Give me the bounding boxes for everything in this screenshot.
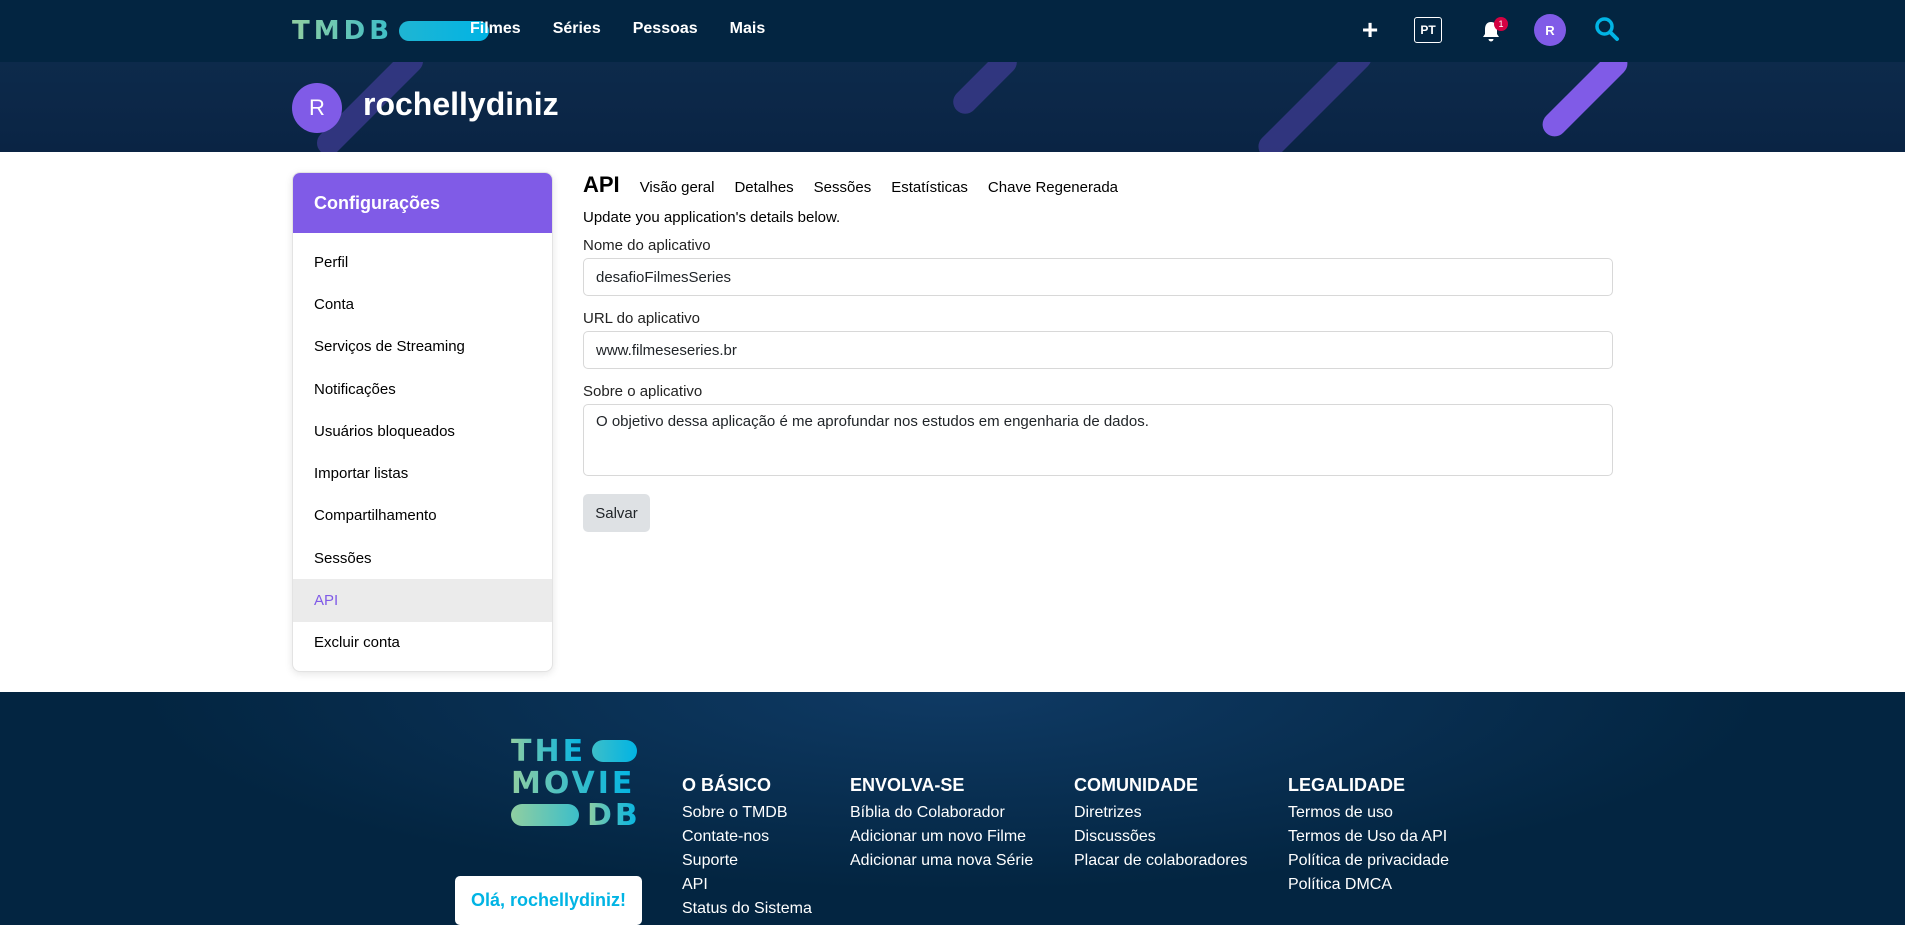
logo-text: TMDB xyxy=(292,16,394,46)
sidebar-item-sessoes[interactable]: Sessões xyxy=(293,537,552,579)
notification-count-badge: 1 xyxy=(1494,17,1508,31)
footer-logo[interactable]: THE MOVIE DB xyxy=(511,733,643,833)
sidebar-menu: Perfil Conta Serviços de Streaming Notif… xyxy=(293,233,552,664)
sidebar-title: Configurações xyxy=(293,173,552,233)
footer-column-basico: O BÁSICO Sobre o TMDB Contate-nos Suport… xyxy=(682,775,812,921)
banner-stripe xyxy=(1253,62,1377,152)
section-title: API xyxy=(583,172,620,197)
tab-detalhes[interactable]: Detalhes xyxy=(734,179,793,196)
footer-link[interactable]: Bíblia do Colaborador xyxy=(850,801,1033,825)
profile-username[interactable]: rochellydiniz xyxy=(363,86,559,123)
footer-link[interactable]: Termos de Uso da API xyxy=(1288,825,1449,849)
sidebar-item-perfil[interactable]: Perfil xyxy=(293,241,552,283)
footer-column-title: COMUNIDADE xyxy=(1074,775,1198,795)
notifications-button[interactable]: 1 xyxy=(1482,17,1508,43)
footer-link[interactable]: Placar de colaboradores xyxy=(1074,849,1247,873)
main-menu: Filmes Séries Pessoas Mais xyxy=(470,20,765,38)
sidebar-item-streaming[interactable]: Serviços de Streaming xyxy=(293,326,552,368)
tab-chave-regenerada[interactable]: Chave Regenerada xyxy=(988,179,1118,196)
footer-link[interactable]: Sobre o TMDB xyxy=(682,801,812,825)
footer-logo-pill xyxy=(592,740,638,762)
api-settings-panel: API Visão geral Detalhes Sessões Estatís… xyxy=(583,172,1613,532)
api-tabs: API Visão geral Detalhes Sessões Estatís… xyxy=(583,172,1613,200)
footer-link[interactable]: Suporte xyxy=(682,849,812,873)
settings-sidebar: Configurações Perfil Conta Serviços de S… xyxy=(292,172,553,672)
profile-avatar: R xyxy=(292,83,342,133)
footer-link[interactable]: Adicionar uma nova Série xyxy=(850,849,1033,873)
app-url-label: URL do aplicativo xyxy=(583,310,701,327)
sidebar-item-importar-listas[interactable]: Importar listas xyxy=(293,452,552,494)
sidebar-item-api[interactable]: API xyxy=(293,579,552,622)
language-button[interactable]: PT xyxy=(1414,17,1442,43)
footer-link[interactable]: Diretrizes xyxy=(1074,801,1247,825)
app-about-field[interactable]: O objetivo dessa aplicação é me aprofund… xyxy=(583,404,1613,476)
footer-column-title: O BÁSICO xyxy=(682,775,772,795)
add-icon[interactable]: + xyxy=(1356,15,1384,45)
app-name-label: Nome do aplicativo xyxy=(583,237,711,254)
sidebar-item-notificacoes[interactable]: Notificações xyxy=(293,368,552,410)
footer-link[interactable]: Status do Sistema xyxy=(682,897,812,921)
footer-link[interactable]: Contate-nos xyxy=(682,825,812,849)
footer-logo-line: DB xyxy=(587,797,641,833)
app-url-field[interactable] xyxy=(583,331,1613,369)
footer-logo-line: THE xyxy=(511,733,587,769)
footer-link[interactable]: Termos de uso xyxy=(1288,801,1449,825)
nav-link-pessoas[interactable]: Pessoas xyxy=(633,20,698,38)
footer-link[interactable]: Política de privacidade xyxy=(1288,849,1449,873)
sidebar-item-excluir-conta[interactable]: Excluir conta xyxy=(293,622,552,664)
footer-link[interactable]: API xyxy=(682,873,812,897)
intro-text: Update you application's details below. xyxy=(583,209,841,226)
top-navbar: TMDB Filmes Séries Pessoas Mais + PT 1 R xyxy=(0,0,1905,62)
save-button[interactable]: Salvar xyxy=(583,494,650,532)
nav-link-mais[interactable]: Mais xyxy=(730,20,766,38)
footer-column-comunidade: COMUNIDADE Diretrizes Discussões Placar … xyxy=(1074,775,1247,873)
footer-logo-pill xyxy=(511,804,579,826)
tab-estatisticas[interactable]: Estatísticas xyxy=(891,179,968,196)
tab-visao-geral[interactable]: Visão geral xyxy=(640,179,715,196)
banner-stripe xyxy=(948,62,1022,119)
search-icon[interactable] xyxy=(1594,16,1622,44)
app-name-field[interactable] xyxy=(583,258,1613,296)
sidebar-item-conta[interactable]: Conta xyxy=(293,283,552,325)
footer-link[interactable]: Adicionar um novo Filme xyxy=(850,825,1033,849)
tmdb-logo[interactable]: TMDB xyxy=(292,16,490,46)
footer-column-title: LEGALIDADE xyxy=(1288,775,1405,795)
banner-stripe xyxy=(1537,62,1633,142)
nav-actions: + PT 1 R xyxy=(1356,14,1622,46)
app-about-label: Sobre o aplicativo xyxy=(583,383,703,400)
footer-link[interactable]: Discussões xyxy=(1074,825,1247,849)
footer-column-envolva-se: ENVOLVA-SE Bíblia do Colaborador Adicion… xyxy=(850,775,1033,873)
greeting-button[interactable]: Olá, rochellydiniz! xyxy=(455,876,642,925)
nav-link-series[interactable]: Séries xyxy=(553,20,601,38)
sidebar-item-compartilhamento[interactable]: Compartilhamento xyxy=(293,495,552,537)
profile-banner xyxy=(0,62,1905,152)
footer-column-legalidade: LEGALIDADE Termos de uso Termos de Uso d… xyxy=(1288,775,1449,897)
footer-column-title: ENVOLVA-SE xyxy=(850,775,965,795)
footer-logo-line: MOVIE xyxy=(511,765,636,801)
sidebar-item-usuarios-bloqueados[interactable]: Usuários bloqueados xyxy=(293,410,552,452)
user-avatar[interactable]: R xyxy=(1534,14,1566,46)
tab-sessoes[interactable]: Sessões xyxy=(814,179,872,196)
footer-link[interactable]: Política DMCA xyxy=(1288,873,1449,897)
nav-link-filmes[interactable]: Filmes xyxy=(470,20,521,38)
